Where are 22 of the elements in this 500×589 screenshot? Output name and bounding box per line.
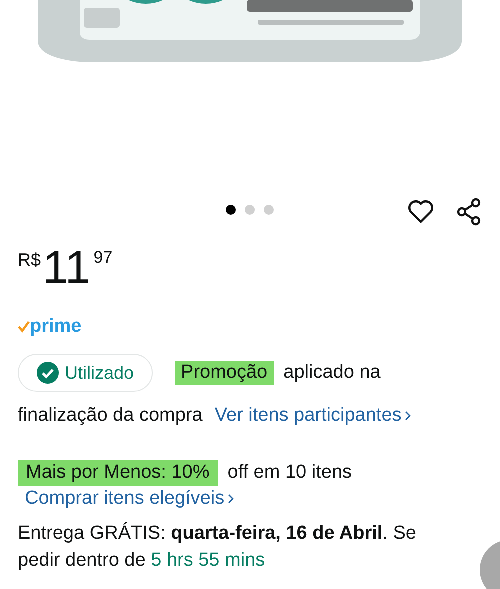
carousel-dot[interactable]	[245, 205, 255, 215]
promo-text: aplicado na	[284, 362, 381, 384]
chevron-icon	[404, 411, 411, 421]
promo-highlight: Promoção	[175, 361, 274, 385]
share-icon[interactable]	[456, 198, 482, 226]
currency-symbol: R$	[18, 250, 42, 271]
promo-text: finalização da compra	[18, 405, 203, 427]
deal-text: off em 10 itens	[228, 462, 352, 484]
participating-items-link[interactable]: Ver itens participantes	[214, 405, 411, 427]
coupon-status: Utilizado	[18, 354, 154, 392]
deal-highlight: Mais por Menos: 10%	[18, 460, 218, 486]
eligible-items-link[interactable]: Comprar itens elegíveis	[25, 488, 234, 510]
delivery-text: Entrega GRÁTIS: quarta-feira, 16 de Abril. Se pedir dentro de 5 hrs 55 mins	[18, 522, 418, 573]
heart-icon[interactable]	[408, 200, 434, 224]
carousel-dot[interactable]	[264, 205, 274, 215]
carousel-dot[interactable]	[226, 205, 236, 215]
prime-logo: prime	[30, 316, 82, 338]
price-whole: 11	[43, 240, 91, 294]
check-icon	[18, 321, 30, 333]
check-circle-icon	[37, 362, 59, 384]
price-fraction: 97	[94, 248, 113, 268]
chevron-icon	[228, 494, 234, 504]
